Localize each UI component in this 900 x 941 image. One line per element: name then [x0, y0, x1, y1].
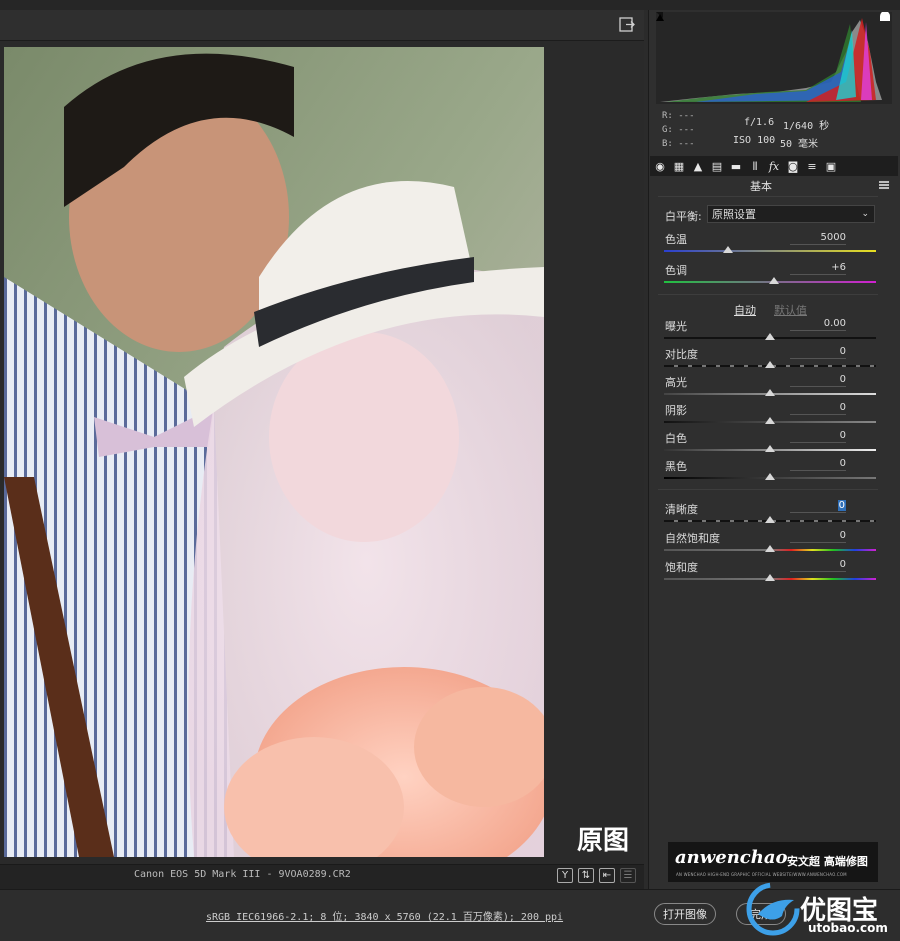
tab-detail-icon[interactable]: ▲	[691, 160, 705, 173]
tint-thumb[interactable]	[769, 277, 780, 284]
vibrance-thumb[interactable]	[765, 545, 775, 552]
saturation-thumb[interactable]	[765, 574, 775, 581]
blacks-thumb[interactable]	[765, 473, 775, 480]
brand-tagline: AN WENCHAO HIGH-END GRAPHIC OFFICIAL WEB…	[676, 872, 847, 877]
tab-split-toning-icon[interactable]: ▬	[729, 160, 743, 173]
view-settings-icon[interactable]: ☰	[620, 868, 636, 883]
whites-value[interactable]: 0	[790, 430, 846, 443]
tab-snapshots-icon[interactable]: ▣	[824, 160, 838, 173]
highlights-value[interactable]: 0	[790, 374, 846, 387]
divider	[658, 489, 878, 490]
histogram	[656, 12, 892, 104]
tab-effects-icon[interactable]: fx	[767, 160, 781, 173]
temperature-value[interactable]: 5000	[790, 232, 846, 245]
auto-tone-link[interactable]: 自动	[734, 302, 756, 318]
clarity-value[interactable]: 0	[790, 500, 846, 513]
contrast-value[interactable]: 0	[790, 346, 846, 359]
tab-basic-icon[interactable]: ◉	[653, 160, 667, 173]
fullscreen-exit-icon[interactable]	[618, 16, 636, 34]
chevron-down-icon: ⌄	[861, 209, 869, 219]
iso: ISO 100	[733, 135, 776, 146]
rgb-readout-r: R: ---	[662, 111, 695, 121]
aperture: f/1.6	[744, 117, 775, 128]
tab-presets-icon[interactable]: ≡	[805, 160, 819, 173]
temperature-thumb[interactable]	[722, 246, 733, 253]
vibrance-value[interactable]: 0	[790, 530, 846, 543]
brand-logo-cn: 安文超 高端修图	[787, 855, 868, 868]
swap-view-icon[interactable]: ⇅	[578, 868, 594, 883]
exposure-thumb[interactable]	[765, 333, 775, 340]
focal-length: 50 毫米	[780, 139, 819, 150]
preview-toolbar	[0, 10, 644, 41]
brand-logo-text: anwenchao	[675, 847, 788, 868]
rgb-readout-g: G: ---	[662, 125, 695, 135]
view-y-button[interactable]: Y	[557, 868, 573, 883]
photo-caption: 原图	[577, 826, 630, 856]
clarity-thumb[interactable]	[765, 516, 775, 523]
tab-tone-curve-icon[interactable]: ▦	[672, 160, 686, 173]
tab-lens-icon[interactable]: ⦀	[748, 160, 762, 173]
highlight-clip-icon	[880, 12, 890, 21]
rgb-readout-b: B: ---	[662, 139, 695, 149]
contrast-thumb[interactable]	[765, 361, 775, 368]
panel-menu-icon[interactable]	[879, 181, 889, 189]
exposure-value[interactable]: 0.00	[790, 318, 846, 331]
section-title: 基本	[750, 180, 772, 193]
white-balance-label: 白平衡:	[665, 210, 702, 223]
tab-hsl-icon[interactable]: ▤	[710, 160, 724, 173]
open-image-button[interactable]: 打开图像	[654, 903, 716, 925]
highlights-thumb[interactable]	[765, 389, 775, 396]
white-balance-select[interactable]: 原照设置 ⌄	[707, 205, 875, 223]
bird-logo-icon	[746, 882, 800, 936]
whites-thumb[interactable]	[765, 445, 775, 452]
blacks-value[interactable]: 0	[790, 458, 846, 471]
divider	[658, 196, 878, 197]
copy-settings-icon[interactable]: ⇤	[599, 868, 615, 883]
shadows-value[interactable]: 0	[790, 402, 846, 415]
preview-photo	[4, 47, 544, 857]
top-bar	[0, 0, 900, 10]
tint-value[interactable]: +6	[790, 262, 846, 275]
file-name: Canon EOS 5D Mark III - 9VOA0289.CR2	[134, 869, 351, 880]
workflow-options-link[interactable]: sRGB IEC61966-2.1; 8 位; 3840 x 5760 (22.…	[206, 908, 563, 923]
tab-camera-calibration-icon[interactable]: ◙	[786, 160, 800, 173]
divider	[658, 294, 878, 295]
shutter-speed: 1/640 秒	[783, 121, 830, 132]
saturation-value[interactable]: 0	[790, 559, 846, 572]
default-tone-link[interactable]: 默认值	[774, 302, 807, 318]
temperature-track[interactable]	[664, 250, 876, 252]
shadows-thumb[interactable]	[765, 417, 775, 424]
watermark-url: utobao.com	[808, 921, 888, 935]
